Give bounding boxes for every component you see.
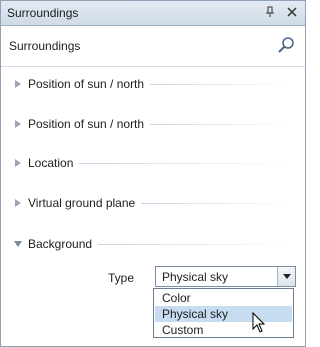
section-background[interactable]: Background xyxy=(13,235,293,253)
section-location[interactable]: Location xyxy=(13,154,293,172)
expand-arrow-icon[interactable] xyxy=(13,79,23,89)
section-label: Location xyxy=(28,156,74,170)
section-divider xyxy=(150,83,293,85)
select-value: Physical sky xyxy=(162,270,229,284)
section-position-sun-north-2[interactable]: Position of sun / north xyxy=(13,115,293,133)
expand-arrow-icon[interactable] xyxy=(13,198,23,208)
chevron-down-icon xyxy=(282,274,291,279)
dropdown-button[interactable] xyxy=(277,267,295,286)
section-divider xyxy=(141,202,293,204)
section-virtual-ground-plane[interactable]: Virtual ground plane xyxy=(13,194,293,212)
search-icon[interactable] xyxy=(277,36,295,54)
panel-header: Surroundings xyxy=(1,26,305,67)
section-position-sun-north-1[interactable]: Position of sun / north xyxy=(13,75,293,93)
type-label: Type xyxy=(108,271,135,285)
mouse-pointer-icon xyxy=(252,312,266,333)
background-type-select[interactable]: Physical sky xyxy=(155,266,296,287)
surroundings-panel: Surroundings Surroundings Position of su… xyxy=(0,0,306,347)
title-bar: Surroundings xyxy=(1,1,305,26)
expand-arrow-icon[interactable] xyxy=(13,158,23,168)
section-label: Position of sun / north xyxy=(28,117,145,131)
section-label: Background xyxy=(28,237,93,251)
section-divider xyxy=(79,162,293,164)
panel-header-label: Surroundings xyxy=(9,39,81,53)
option-custom[interactable]: Custom xyxy=(155,322,292,338)
section-divider xyxy=(98,243,293,245)
close-icon[interactable] xyxy=(285,5,299,19)
pin-icon[interactable] xyxy=(263,5,277,19)
collapse-arrow-icon[interactable] xyxy=(13,239,23,249)
background-type-options: Color Physical sky Custom xyxy=(153,288,294,338)
expand-arrow-icon[interactable] xyxy=(13,119,23,129)
section-divider xyxy=(150,123,293,125)
option-color[interactable]: Color xyxy=(155,290,292,306)
option-physical-sky[interactable]: Physical sky xyxy=(155,306,292,322)
section-label: Position of sun / north xyxy=(28,77,145,91)
window-title: Surroundings xyxy=(7,6,79,20)
section-label: Virtual ground plane xyxy=(28,196,136,210)
